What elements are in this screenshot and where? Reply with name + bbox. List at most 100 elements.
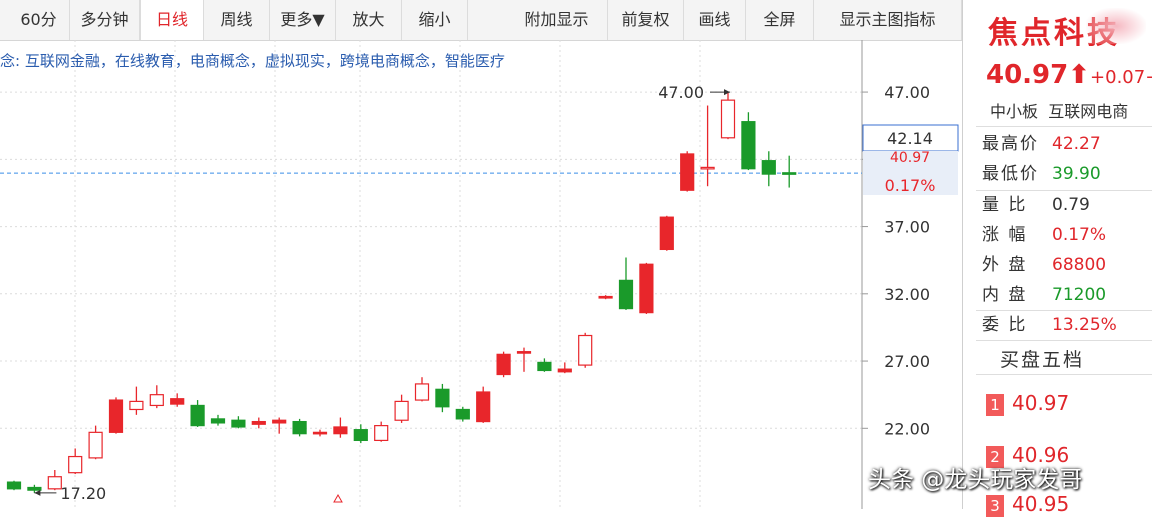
candle-body[interactable] — [700, 166, 715, 170]
candle-body[interactable] — [782, 172, 797, 175]
candle-body[interactable] — [190, 404, 205, 427]
divider — [976, 340, 1152, 341]
price-tag: 40.97 — [890, 150, 930, 166]
watermark: 头条 @龙头玩家发哥 — [868, 467, 1083, 493]
fullscreen-button[interactable]: 全屏 — [746, 0, 814, 40]
buy-level[interactable]: 1 40.97 — [986, 391, 1069, 416]
stat-value: 42.27 — [1052, 134, 1101, 154]
candle-body[interactable] — [720, 99, 736, 139]
candle-body[interactable] — [88, 431, 103, 459]
zoom-in-button[interactable]: 放大 — [336, 0, 402, 40]
tab-daily[interactable]: 日线 — [140, 0, 204, 40]
candle-body[interactable] — [6, 481, 22, 490]
more-dropdown[interactable]: 更多▼ — [270, 0, 336, 40]
candle-body[interactable] — [598, 295, 613, 299]
stat-row-volume-ratio: 量 比 0.79 — [982, 191, 1090, 219]
candle-body[interactable] — [292, 420, 307, 435]
candle-body[interactable] — [557, 368, 572, 373]
blur-overlay — [1086, 8, 1146, 44]
candle-body[interactable] — [210, 418, 226, 424]
candle-body[interactable] — [496, 353, 511, 376]
candle-body[interactable] — [353, 429, 368, 442]
stat-value: 68800 — [1052, 255, 1107, 275]
price-line: 40.97⬆+0.07+ — [986, 60, 1152, 90]
divider — [976, 374, 1152, 375]
candle-body[interactable] — [414, 383, 430, 401]
sector-tag[interactable]: 互联网电商 — [1048, 102, 1128, 121]
candle-body[interactable] — [516, 351, 532, 354]
arrow-right-icon — [724, 89, 730, 96]
candle-body[interactable] — [761, 160, 776, 175]
tab-60min[interactable]: 60分 — [8, 0, 70, 40]
zoom-out-button[interactable]: 缩小 — [402, 0, 468, 40]
candle-body[interactable] — [741, 121, 756, 170]
candle-body[interactable] — [476, 391, 491, 423]
buy-book-title: 买盘五档 — [1000, 349, 1085, 371]
candlestick-chart[interactable]: 47.00 37.00 32.00 27.00 22.00 47.00 17.20 42.14… — [0, 40, 962, 509]
candle-body[interactable] — [27, 486, 42, 491]
buy-level-price: 40.97 — [1012, 391, 1070, 415]
chart-toolbar: 60分 多分钟 日线 周线 更多▼ 放大 缩小 附加显示 前复权 画线 全屏 显… — [0, 0, 962, 41]
candle-body[interactable] — [333, 426, 348, 435]
candle-body[interactable] — [374, 425, 389, 442]
candle-body[interactable] — [312, 431, 328, 435]
stat-row-inner: 内 盘 71200 — [982, 281, 1106, 309]
candle-body[interactable] — [639, 263, 654, 314]
board-tag[interactable]: 中小板 — [990, 102, 1038, 121]
low-annotation: 17.20 — [60, 484, 106, 503]
candle-body[interactable] — [435, 388, 450, 408]
show-indicator-button[interactable]: 显示主图指标 — [814, 0, 962, 40]
candle-body[interactable] — [108, 399, 124, 433]
tab-multi-minute[interactable]: 多分钟 — [70, 0, 140, 40]
candle-body[interactable] — [659, 216, 674, 251]
stat-row-high: 最高价 42.27 — [982, 130, 1101, 158]
stat-value: 0.79 — [1052, 195, 1090, 215]
candle-body[interactable] — [578, 334, 593, 366]
up-arrow-icon: ⬆ — [1068, 60, 1091, 90]
stat-value: 39.90 — [1052, 164, 1101, 184]
candle-body[interactable] — [149, 394, 164, 407]
forward-adjust-button[interactable]: 前复权 — [608, 0, 684, 40]
current-price: 40.97 — [986, 60, 1069, 90]
extra-display-button[interactable]: 附加显示 — [506, 0, 608, 40]
crosshair-price: 42.14 — [887, 129, 933, 148]
buy-level-price: 40.95 — [1012, 492, 1070, 516]
high-annotation: 47.00 — [658, 83, 704, 102]
stat-value: 71200 — [1052, 285, 1107, 305]
candle-body[interactable] — [129, 400, 144, 411]
stat-label: 量 比 — [982, 195, 1028, 215]
candle-body[interactable] — [231, 419, 246, 428]
stat-label: 最高价 — [982, 134, 1039, 154]
stat-value: 13.25% — [1052, 315, 1117, 335]
stat-row-order-ratio: 委 比 13.25% — [982, 311, 1117, 339]
y-tick-label: 27.00 — [884, 352, 930, 371]
y-tick-label: 47.00 — [884, 83, 930, 102]
candle-body[interactable] — [272, 419, 287, 424]
candle-body[interactable] — [170, 398, 185, 405]
draw-line-button[interactable]: 画线 — [684, 0, 746, 40]
pct-tag: 0.17% — [885, 176, 936, 195]
candle-body[interactable] — [47, 476, 62, 490]
buy-level-index: 1 — [986, 393, 1004, 416]
event-marker-icon[interactable] — [333, 493, 343, 503]
candle-body[interactable] — [251, 420, 266, 425]
y-tick-label: 37.00 — [884, 218, 930, 237]
price-change: +0.07 — [1090, 67, 1146, 88]
stat-label: 内 盘 — [982, 285, 1028, 305]
y-tick-label: 32.00 — [884, 285, 930, 304]
candle-body[interactable] — [68, 455, 83, 474]
divider — [976, 126, 1152, 127]
stat-label: 委 比 — [982, 315, 1028, 335]
stat-row-change-pct: 涨 幅 0.17% — [982, 221, 1106, 249]
stat-value: 0.17% — [1052, 225, 1107, 245]
buy-level-index: 3 — [986, 494, 1004, 517]
candle-body[interactable] — [455, 408, 470, 420]
stat-row-outer: 外 盘 68800 — [982, 251, 1106, 279]
candle-body[interactable] — [394, 400, 409, 421]
buy-level[interactable]: 3 40.95 — [986, 492, 1069, 517]
stock-tags: 中小板 互联网电商 — [990, 98, 1128, 122]
candle-body[interactable] — [680, 153, 695, 191]
tab-weekly[interactable]: 周线 — [204, 0, 270, 40]
candle-body[interactable] — [537, 361, 552, 372]
candle-body[interactable] — [618, 279, 634, 310]
